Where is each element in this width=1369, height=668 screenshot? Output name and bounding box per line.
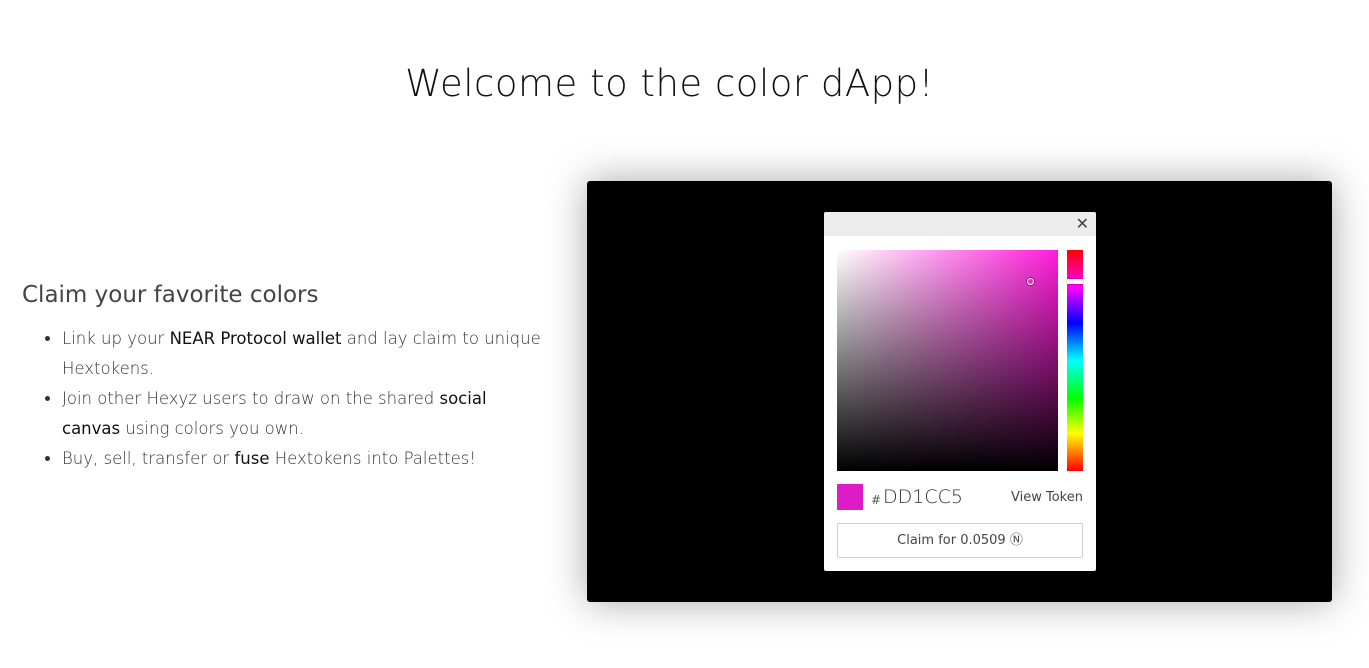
view-token-link[interactable]: View Token xyxy=(1011,490,1083,505)
color-readout: # DD1CC5 View Token xyxy=(837,484,1083,510)
list-item-text: using colors you own. xyxy=(120,419,304,438)
saturation-value-cursor[interactable] xyxy=(1027,278,1034,285)
hue-slider[interactable] xyxy=(1067,250,1083,471)
list-item-text: Buy, sell, transfer or xyxy=(62,449,235,468)
list-item: Buy, sell, transfer or fuse Hextokens in… xyxy=(62,444,542,474)
saturation-value-area[interactable] xyxy=(837,250,1058,471)
claim-button[interactable]: Claim for 0.0509 Ⓝ xyxy=(837,523,1083,558)
list-item-emphasis: fuse xyxy=(234,449,270,468)
color-picker: ✕ # DD1CC5 View Token Claim for 0.0509 Ⓝ xyxy=(824,212,1096,571)
hex-value[interactable]: DD1CC5 xyxy=(883,486,963,508)
list-item-text: Hextokens into Palettes! xyxy=(269,449,476,468)
list-item: Link up your NEAR Protocol wallet and la… xyxy=(62,324,542,384)
list-item-text: Join other Hexyz users to draw on the sh… xyxy=(62,389,440,408)
close-icon[interactable]: ✕ xyxy=(1076,214,1089,234)
picker-header: ✕ xyxy=(824,212,1096,236)
feature-list: Link up your NEAR Protocol wallet and la… xyxy=(22,324,542,474)
list-item-emphasis: NEAR Protocol wallet xyxy=(169,329,342,348)
list-item: Join other Hexyz users to draw on the sh… xyxy=(62,384,542,444)
intro-section: Claim your favorite colors Link up your … xyxy=(22,282,542,474)
hue-slider-handle[interactable] xyxy=(1067,279,1083,284)
page: Welcome to the color dApp! Claim your fa… xyxy=(0,0,1369,668)
section-heading: Claim your favorite colors xyxy=(22,282,319,308)
color-swatch xyxy=(837,484,863,510)
hash-symbol: # xyxy=(871,493,882,507)
demo-panel: ✕ # DD1CC5 View Token Claim for 0.0509 Ⓝ xyxy=(587,181,1332,602)
page-title: Welcome to the color dApp! xyxy=(405,62,934,105)
list-item-text: Link up your xyxy=(62,329,170,348)
